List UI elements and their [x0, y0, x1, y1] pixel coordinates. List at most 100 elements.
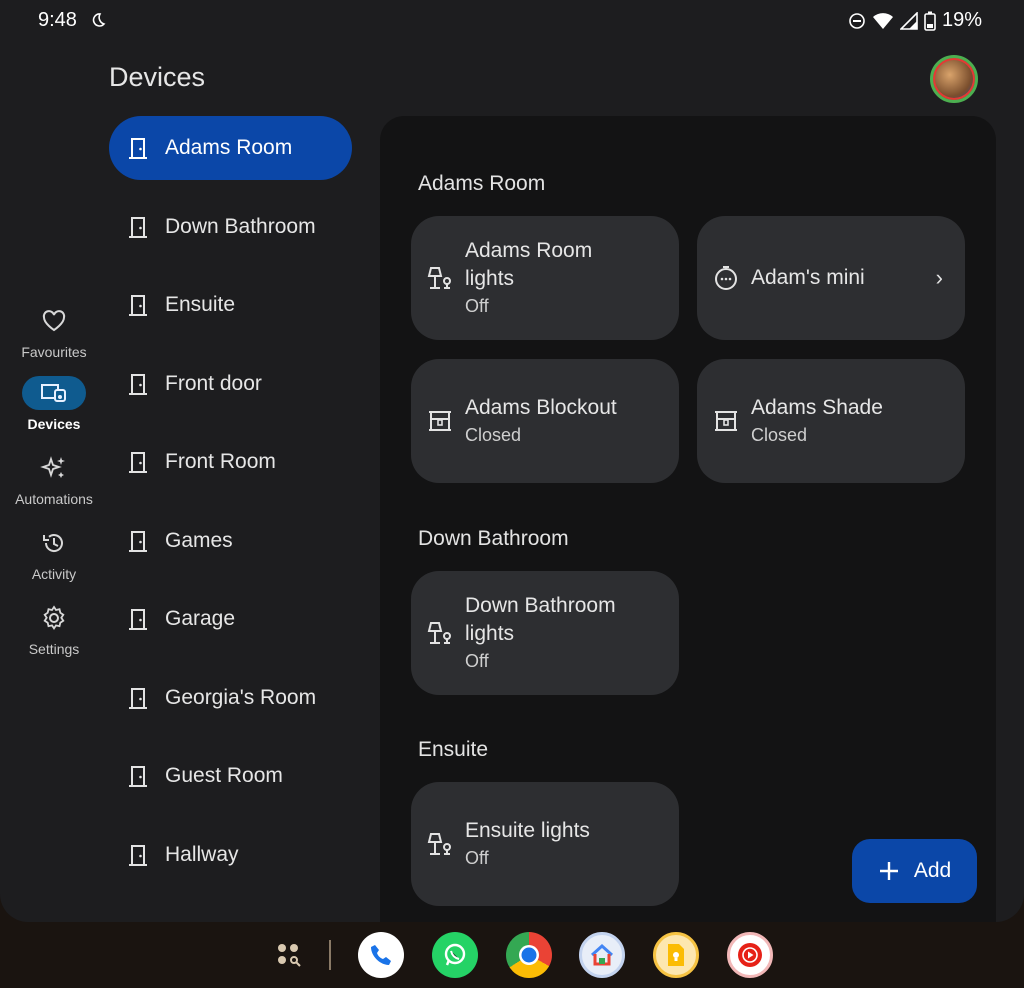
device-name: Adam's mini: [751, 266, 865, 289]
room-item-adams-room[interactable]: Adams Room: [109, 116, 352, 180]
status-time: 9:48: [38, 9, 77, 31]
door-icon: [129, 295, 147, 316]
room-item-front-door[interactable]: Front door: [109, 352, 352, 416]
room-item-front-room[interactable]: Front Room: [109, 430, 352, 494]
room-label: Hallway: [165, 843, 239, 866]
door-icon: [129, 138, 147, 159]
rail-item-favourites[interactable]: Favourites: [0, 304, 108, 360]
device-card-adams-room-lights[interactable]: Adams Room lights Off: [411, 216, 679, 340]
youtube-music-app[interactable]: [727, 932, 773, 978]
door-icon: [129, 845, 147, 866]
status-bar: 9:48 19%: [0, 0, 1024, 42]
chevron-right-icon: ›: [935, 265, 943, 290]
device-name: Adams Room: [465, 239, 593, 262]
device-card-adams-blockout[interactable]: Adams Blockout Closed: [411, 359, 679, 483]
lamp-icon: [427, 622, 451, 644]
rail-label: Activity: [31, 566, 77, 582]
taskbar: [0, 922, 1024, 988]
rail-label: Favourites: [21, 344, 87, 360]
gear-icon: [43, 605, 65, 631]
keep-icon: [668, 944, 684, 966]
door-icon: [129, 766, 147, 787]
signal-icon: [899, 11, 918, 30]
rail-label: Devices: [27, 416, 81, 432]
rail-item-devices[interactable]: Devices: [0, 376, 108, 432]
device-name: lights: [465, 267, 515, 290]
section-title-adams-room: Adams Room: [418, 172, 546, 195]
battery-icon: [924, 11, 936, 31]
door-icon: [129, 688, 147, 709]
wifi-icon: [872, 12, 893, 29]
device-card-ensuite-lights[interactable]: Ensuite lights Off: [411, 782, 679, 906]
battery-percent: 19%: [941, 9, 982, 31]
lamp-icon: [427, 833, 451, 855]
heart-icon: [42, 310, 66, 332]
device-card-adams-mini[interactable]: Adam's mini ›: [697, 216, 965, 340]
sparkle-icon: [40, 456, 65, 478]
door-icon: [129, 374, 147, 395]
whatsapp-app[interactable]: [432, 932, 478, 978]
devices-icon: [41, 384, 66, 402]
avatar[interactable]: [930, 55, 978, 103]
door-icon: [129, 452, 147, 473]
room-item-guest-room[interactable]: Guest Room: [109, 744, 352, 808]
history-icon: [43, 534, 63, 552]
door-icon: [129, 531, 147, 552]
do-not-disturb-icon: [849, 12, 865, 29]
section-title-ensuite: Ensuite: [418, 738, 489, 761]
app-window: 9:48 19% Devices Favourites Devices Auto…: [0, 0, 1024, 922]
add-button-label: Add: [913, 859, 952, 882]
blind-icon: [715, 411, 737, 431]
app-drawer-icon: [278, 944, 301, 967]
device-status: Closed: [751, 425, 808, 445]
room-label: Down Bathroom: [165, 215, 316, 238]
room-item-hallway[interactable]: Hallway: [109, 823, 352, 887]
chrome-icon: [519, 945, 539, 965]
rail-item-automations[interactable]: Automations: [0, 451, 108, 507]
phone-icon: [371, 945, 391, 965]
device-name: Adams Blockout: [465, 396, 617, 419]
devices-panel: Adams Room Adams Room lights Off Adam's …: [380, 116, 996, 922]
room-item-garage[interactable]: Garage: [109, 587, 352, 651]
chrome-app[interactable]: [506, 932, 552, 978]
page-title: Devices: [109, 62, 206, 92]
section-title-down-bathroom: Down Bathroom: [418, 527, 569, 550]
rail-label: Settings: [28, 641, 80, 657]
rail-item-settings[interactable]: Settings: [0, 601, 108, 657]
bedtime-icon: [92, 13, 106, 27]
rail-item-activity[interactable]: Activity: [0, 526, 108, 582]
room-label: Ensuite: [165, 293, 236, 316]
room-label: Front Room: [165, 450, 276, 473]
room-label: Guest Room: [165, 764, 283, 787]
room-label: Adams Room: [165, 136, 293, 159]
room-item-georgia-s-room[interactable]: Georgia's Room: [109, 666, 352, 730]
room-label: Georgia's Room: [165, 686, 317, 709]
device-card-down-bathroom-lights[interactable]: Down Bathroom lights Off: [411, 571, 679, 695]
keep-app[interactable]: [653, 932, 699, 978]
status-icons: 19%: [848, 9, 982, 32]
add-button[interactable]: Add: [852, 839, 977, 903]
device-status: Closed: [465, 425, 522, 445]
rail-label: Automations: [15, 491, 93, 507]
room-item-games[interactable]: Games: [109, 509, 352, 573]
device-name: Ensuite lights: [465, 819, 590, 842]
dock-divider: [329, 940, 331, 970]
room-item-down-bathroom[interactable]: Down Bathroom: [109, 195, 352, 259]
door-icon: [129, 609, 147, 630]
device-status: Off: [465, 296, 489, 316]
app-drawer-button[interactable]: [266, 932, 312, 978]
device-status: Off: [465, 651, 489, 671]
device-name: lights: [465, 622, 515, 645]
plus-icon: [879, 862, 898, 880]
google-home-app[interactable]: [579, 932, 625, 978]
device-name: Adams Shade: [751, 396, 883, 419]
room-item-ensuite[interactable]: Ensuite: [109, 273, 352, 337]
home-icon: [590, 943, 614, 966]
blind-icon: [429, 411, 451, 431]
lamp-icon: [427, 267, 451, 289]
phone-app[interactable]: [358, 932, 404, 978]
youtube-music-icon: [738, 943, 762, 967]
device-status: Off: [465, 848, 489, 868]
device-card-adams-shade[interactable]: Adams Shade Closed: [697, 359, 965, 483]
room-label: Garage: [165, 607, 236, 630]
